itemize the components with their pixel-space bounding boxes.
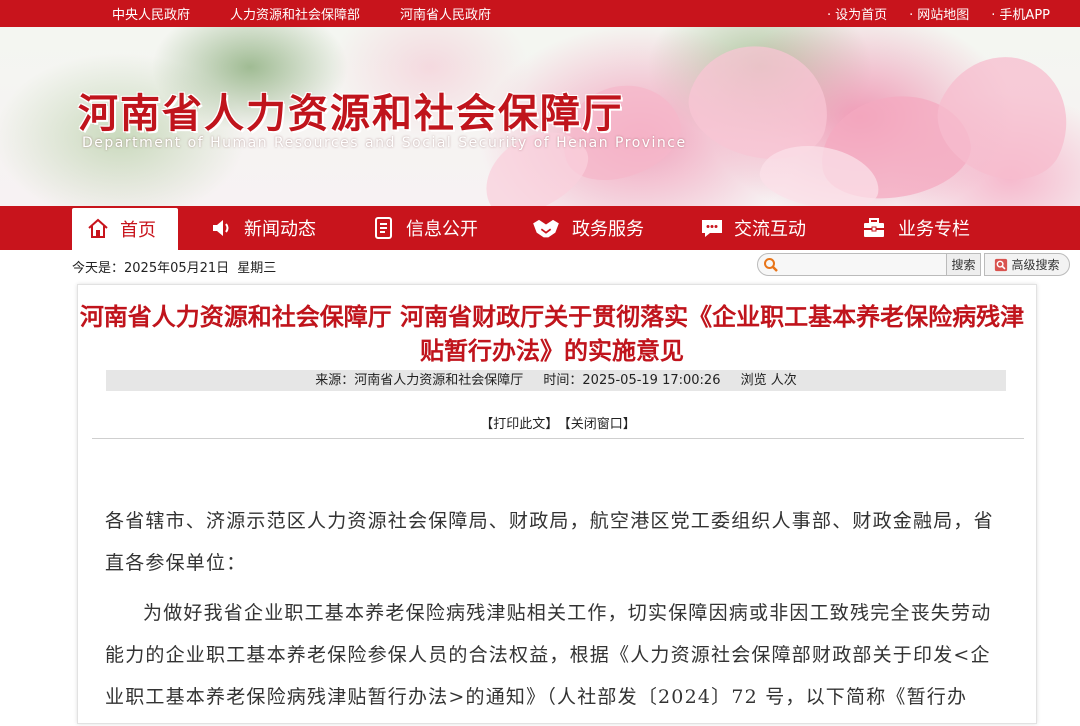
link-mobile-app[interactable]: 手机APP (991, 4, 1050, 23)
date-label: 今天是： (72, 261, 125, 276)
nav-label-info-disclosure: 信息公开 (406, 219, 478, 240)
meta-source: 来源：河南省人力资源和社会保障厅 (315, 373, 523, 388)
print-link[interactable]: 【打印此文】 (480, 417, 558, 432)
nav-item-interaction[interactable]: 交流互动 (660, 206, 822, 250)
article-title: 河南省人力资源和社会保障厅 河南省财政厅关于贯彻落实《企业职工基本养老保险病残津… (79, 303, 1025, 365)
briefcase-icon (864, 218, 884, 237)
advanced-search-button[interactable]: 高级搜索 (984, 253, 1070, 276)
article-body: 各省辖市、济源示范区人力资源社会保障局、财政局，航空港区党工委组织人事部、财政金… (105, 500, 1010, 726)
document-icon (375, 217, 392, 239)
divider (92, 438, 1024, 439)
site-subtitle: Department of Human Resources and Social… (82, 135, 687, 151)
link-mohrss[interactable]: 人力资源和社会保障部 (230, 4, 360, 23)
link-henan-government[interactable]: 河南省人民政府 (400, 4, 491, 23)
meta-time-label: 时间： (543, 373, 583, 388)
nav-label-interaction: 交流互动 (734, 219, 806, 240)
close-window-link[interactable]: 【关闭窗口】 (564, 417, 636, 432)
nav-label-gov-services: 政务服务 (572, 219, 644, 240)
article-paragraph: 各省辖市、济源示范区人力资源社会保障局、财政局，航空港区党工委组织人事部、财政金… (105, 510, 994, 574)
magnifier-icon (995, 258, 1008, 271)
link-sitemap[interactable]: 网站地图 (909, 4, 969, 23)
site-title: 河南省人力资源和社会保障厅 (78, 90, 624, 137)
nav-item-business-column[interactable]: 业务专栏 (822, 206, 986, 250)
nav-label-business-column: 业务专栏 (898, 219, 970, 240)
nav-item-news[interactable]: 新闻动态 (178, 206, 332, 250)
search-icon (764, 257, 778, 272)
main-nav: 首页 新闻动态 信息公开 政务服务 交流互动 业务专栏 (0, 206, 1080, 250)
top-links-left: 中央人民政府 人力资源和社会保障部 河南省人民政府 (112, 0, 491, 27)
top-links-right: 设为首页 网站地图 手机APP (827, 0, 1050, 27)
meta-time: 时间：2025-05-19 17:00:26 (543, 373, 720, 388)
home-icon (88, 218, 108, 238)
link-set-homepage[interactable]: 设为首页 (827, 4, 887, 23)
advanced-search-label: 高级搜索 (1011, 258, 1060, 272)
meta-source-label: 来源： (315, 373, 355, 388)
nav-item-gov-services[interactable]: 政务服务 (494, 206, 660, 250)
top-bar: 中央人民政府 人力资源和社会保障部 河南省人民政府 设为首页 网站地图 手机AP… (0, 0, 1080, 27)
nav-label-home: 首页 (120, 220, 156, 241)
nav-item-info-disclosure[interactable]: 信息公开 (332, 206, 494, 250)
article-meta: 来源：河南省人力资源和社会保障厅 时间：2025-05-19 17:00:26 … (106, 370, 1006, 391)
nav-item-home[interactable]: 首页 (72, 208, 178, 250)
search-input[interactable] (783, 255, 933, 274)
article-panel: 河南省人力资源和社会保障厅 河南省财政厅关于贯彻落实《企业职工基本养老保险病残津… (77, 284, 1037, 724)
search-button[interactable]: 搜索 (947, 253, 981, 276)
article-paragraph: 为做好我省企业职工基本养老保险病残津贴相关工作，切实保障因病或非因工致残完全丧失… (105, 602, 992, 708)
search-box (757, 253, 947, 276)
chat-icon (702, 220, 722, 237)
meta-views: 浏览 人次 (740, 373, 797, 388)
handshake-icon (533, 219, 559, 238)
date-display: 今天是：2025年05月21日 星期三 (72, 257, 276, 276)
meta-time-value: 2025-05-19 17:00:26 (582, 373, 721, 388)
meta-source-value: 河南省人力资源和社会保障厅 (354, 373, 524, 388)
site-banner: 河南省人力资源和社会保障厅 Department of Human Resour… (0, 27, 1080, 206)
link-central-government[interactable]: 中央人民政府 (112, 4, 190, 23)
speaker-icon (213, 220, 229, 236)
article-tools: 【打印此文】 【关闭窗口】 (78, 413, 1038, 432)
date-weekday: 星期三 (237, 261, 277, 276)
nav-label-news: 新闻动态 (244, 219, 316, 240)
date-value: 2025年05月21日 (124, 261, 230, 276)
